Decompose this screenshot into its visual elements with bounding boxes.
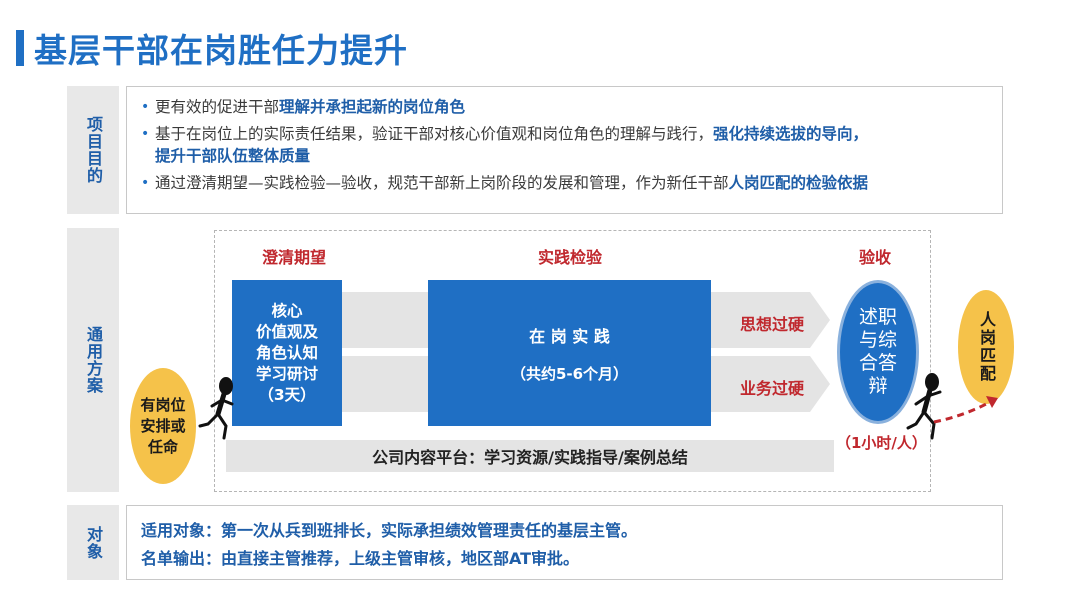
page-title: 基层干部在岗胜任力提升	[34, 31, 408, 70]
exam-thought: 思想过硬	[740, 315, 805, 334]
start-oval: 有岗位 安排或 任命	[130, 368, 196, 484]
phase-practice: 实践检验	[538, 248, 603, 267]
band-arrow-top-icon	[810, 292, 830, 348]
target-line-applicable: 适用对象：第一次从兵到班排长，实际承担绩效管理责任的基层主管。	[141, 521, 638, 540]
target-box: 适用对象：第一次从兵到班排长，实际承担绩效管理责任的基层主管。 名单输出：由直接…	[126, 505, 1003, 580]
section-label-purpose: 项目目的	[67, 86, 119, 214]
content-platform-bar: 公司内容平台：学习资源/实践指导/案例总结	[226, 440, 834, 472]
exam-business: 业务过硬	[740, 379, 805, 398]
runner-figure-left-icon	[198, 377, 234, 440]
section-label-target: 对象	[67, 505, 119, 580]
purpose-bullet-1: • 更有效的促进干部理解并承担起新的岗位角色	[141, 98, 466, 116]
dashed-progress-arrow-icon	[933, 396, 998, 424]
purpose-box: • 更有效的促进干部理解并承担起新的岗位角色 • 基于在岗位上的实际责任结果，验…	[126, 86, 1003, 214]
purpose-bullet-3: • 通过澄清期望—实践检验—验收，规范干部新上岗阶段的发展和管理，作为新任干部人…	[141, 174, 869, 192]
block-core-values: 核心 价值观及 角色认知 学习研讨 （3天）	[232, 280, 342, 426]
phase-acceptance: 验收	[859, 248, 892, 267]
section-label-plan: 通用方案	[67, 228, 119, 492]
block-on-job-practice: 在 岗 实 践 （共约5-6个月）	[428, 280, 711, 426]
phase-clarify: 澄清期望	[262, 248, 327, 267]
band-arrow-bottom-icon	[810, 356, 830, 412]
bullet-dot-icon: •	[141, 175, 150, 191]
bullet-dot-icon: •	[141, 126, 150, 142]
purpose-bullet-2: • 基于在岗位上的实际责任结果，验证干部对核心价值观和岗位角色的理解与践行，强化…	[141, 125, 869, 165]
end-oval: 人岗匹配	[958, 290, 1014, 404]
bullet-dot-icon: •	[141, 99, 150, 115]
title-accent-bar	[16, 30, 24, 66]
target-line-list-output: 名单输出：由直接主管推荐，上级主管审核，地区部AT审批。	[141, 549, 580, 568]
